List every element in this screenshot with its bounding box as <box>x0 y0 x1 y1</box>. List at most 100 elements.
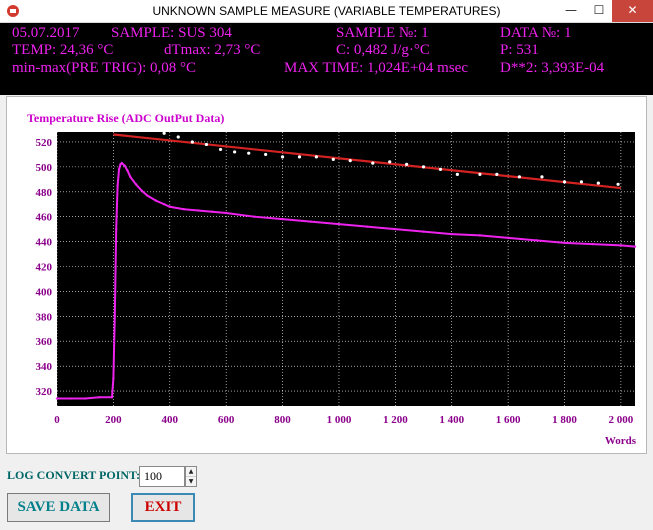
signal-point <box>83 397 87 400</box>
y-tick-label: 320 <box>36 386 53 398</box>
signal-point <box>224 211 228 215</box>
fit-point <box>148 124 152 128</box>
d2-value: D**2: 3,393E-04 <box>500 60 605 76</box>
y-tick-label: 420 <box>36 262 53 274</box>
signal-point <box>591 242 594 246</box>
signal-point <box>450 232 453 236</box>
y-tick-label: 400 <box>36 286 53 298</box>
stepper-up-icon[interactable]: ▲ <box>186 467 196 477</box>
p-value: P: 531 <box>500 42 539 58</box>
signal-point <box>478 234 482 237</box>
x-tick-label: 1 200 <box>383 414 408 426</box>
x-axis-ticks: 0 200 400 600 800 1 000 1 200 1 400 1 600 1 800 2 … <box>54 414 634 426</box>
fit-point <box>204 142 209 147</box>
close-button[interactable]: ✕ <box>612 0 653 22</box>
x-tick-label: 1 400 <box>439 414 464 426</box>
signal-point <box>69 397 73 400</box>
signal-point <box>120 161 124 165</box>
signal-point <box>123 164 126 167</box>
signal-point <box>337 222 341 226</box>
log-convert-point-label: LOG CONVERT POINT: <box>7 468 141 482</box>
fit-point <box>540 175 544 179</box>
signal-point <box>162 203 166 206</box>
x-tick-label: 600 <box>218 414 235 426</box>
signal-point <box>210 210 214 213</box>
signal-point <box>182 208 186 211</box>
y-tick-label: 460 <box>36 212 53 224</box>
signal-point <box>146 194 149 197</box>
log-convert-point-input[interactable] <box>139 466 185 487</box>
signal-point <box>112 377 115 380</box>
fit-point <box>218 147 223 152</box>
signal-point <box>154 199 157 202</box>
signal-point <box>140 189 143 192</box>
y-tick-label: 440 <box>36 237 53 249</box>
signal-point <box>633 245 637 248</box>
fit-point <box>495 172 499 176</box>
y-tick-label: 520 <box>36 137 53 149</box>
y-tick-label: 480 <box>36 187 53 199</box>
signal-point <box>506 236 510 240</box>
temperature-chart: Temperature Rise (ADC OutPut Data) 0 200 4… <box>27 111 637 447</box>
signal-point <box>134 183 138 186</box>
y-tick-label: 380 <box>36 311 53 323</box>
y-tick-label: 360 <box>36 336 53 348</box>
signal-point <box>563 241 566 245</box>
fit-point <box>348 159 352 163</box>
signal-point <box>126 169 129 172</box>
fit-point <box>478 172 482 176</box>
fit-point <box>455 172 459 176</box>
x-tick-label: 200 <box>105 414 122 426</box>
temperature-value: TEMP: 24,36 °C <box>12 42 114 58</box>
data-number: DATA №: 1 <box>500 25 572 41</box>
signal-point <box>168 205 171 208</box>
chart-title: Temperature Rise (ADC OutPut Data) <box>27 111 224 125</box>
signal-point <box>196 209 200 212</box>
max-time-value: MAX TIME: 1,024E+04 msec <box>284 60 468 76</box>
x-tick-label: 1 800 <box>552 414 577 426</box>
signal-point <box>535 239 538 242</box>
x-tick-label: 2 000 <box>609 414 634 426</box>
x-tick-label: 0 <box>54 414 60 426</box>
dtmax-value: dTmax: 2,73 °C <box>164 42 261 58</box>
signal-point <box>394 227 397 231</box>
x-tick-label: 800 <box>274 414 291 426</box>
y-tick-label: 340 <box>36 361 53 373</box>
signal-point <box>115 227 118 231</box>
signal-point <box>110 396 114 399</box>
measurement-info-panel: 05.07.2017 SAMPLE: SUS 304 SAMPLE №: 1 D… <box>0 23 653 95</box>
maximize-button[interactable]: ☐ <box>585 0 613 22</box>
fit-point <box>562 180 567 184</box>
fit-point <box>421 165 426 169</box>
plot-area <box>57 132 635 406</box>
fit-point <box>388 160 392 164</box>
fit-point <box>517 175 521 179</box>
minimize-button[interactable]: — <box>557 0 585 22</box>
x-axis-label: Words <box>605 435 637 447</box>
title-bar: UNKNOWN SAMPLE MEASURE (VARIABLE TEMPERA… <box>0 0 653 23</box>
window-title: UNKNOWN SAMPLE MEASURE (VARIABLE TEMPERA… <box>152 4 501 18</box>
x-tick-label: 1 000 <box>327 414 352 426</box>
save-data-button[interactable]: SAVE DATA <box>7 493 110 522</box>
date-value: 05.07.2017 <box>12 25 80 41</box>
fit-point <box>247 151 251 155</box>
fit-point <box>331 157 335 161</box>
fit-point <box>371 161 375 165</box>
x-tick-label: 1 600 <box>496 414 521 426</box>
y-axis-ticks: 320 340 360 380 400 420 440 460 480 500 520 <box>36 137 53 398</box>
signal-point <box>55 397 59 400</box>
fit-point <box>579 180 584 184</box>
signal-point <box>309 220 312 223</box>
fit-point <box>176 135 180 139</box>
exit-button[interactable]: EXIT <box>131 493 195 522</box>
log-convert-point-stepper[interactable]: ▲ ▼ <box>185 466 197 487</box>
x-tick-label: 400 <box>162 414 179 426</box>
signal-point <box>113 315 117 318</box>
signal-point <box>619 244 623 247</box>
fit-point <box>596 181 600 185</box>
sample-name: SAMPLE: SUS 304 <box>111 25 232 41</box>
signal-point <box>117 168 121 171</box>
signal-point <box>365 225 369 228</box>
stepper-down-icon[interactable]: ▼ <box>186 477 196 487</box>
sample-number: SAMPLE №: 1 <box>336 25 429 41</box>
